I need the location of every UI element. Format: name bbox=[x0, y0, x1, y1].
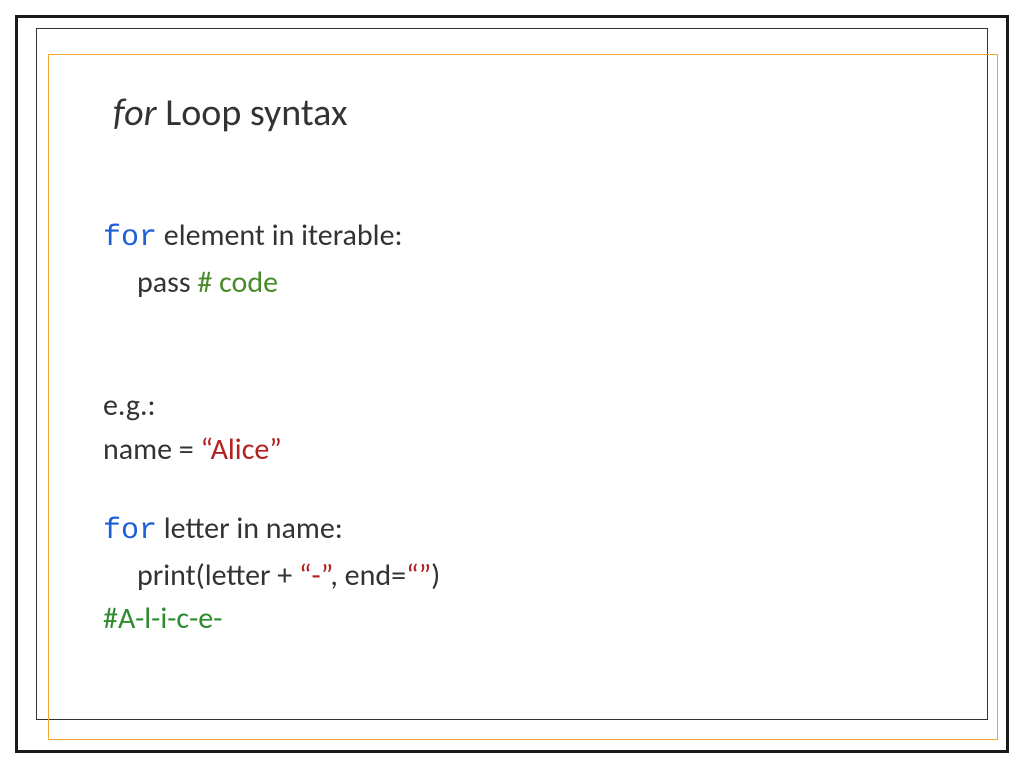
code-comment: # code bbox=[197, 264, 278, 301]
slide-content: for Loop syntax for element in iterable:… bbox=[103, 90, 946, 641]
title-italic: for bbox=[113, 90, 157, 136]
print-right: ) bbox=[431, 557, 440, 594]
example-print-line: print(letter + “-”, end=“”) bbox=[103, 554, 946, 598]
example-assign: name = “Alice” bbox=[103, 428, 946, 472]
example-label: e.g.: bbox=[103, 384, 946, 428]
for-keyword-2: for bbox=[103, 514, 157, 548]
title-rest: Loop syntax bbox=[157, 90, 348, 136]
example-for-line: for letter in name: bbox=[103, 507, 946, 554]
slide-outer-frame: for Loop syntax for element in iterable:… bbox=[15, 15, 1009, 753]
syntax-rest: element in iterable: bbox=[157, 217, 403, 254]
assign-left: name = bbox=[103, 431, 201, 468]
output-comment: #A-l-i-c-e- bbox=[103, 600, 222, 637]
syntax-line-2: pass # code bbox=[103, 261, 946, 305]
print-mid: , end= bbox=[330, 557, 406, 594]
print-str1: “-” bbox=[299, 557, 330, 594]
print-left: print(letter + bbox=[137, 557, 299, 594]
for-rest: letter in name: bbox=[157, 510, 343, 547]
assign-string: “Alice” bbox=[201, 431, 282, 468]
print-str2: “” bbox=[406, 557, 431, 594]
code-block: for element in iterable: pass # code e.g… bbox=[103, 214, 946, 641]
syntax-line-1: for element in iterable: bbox=[103, 214, 946, 261]
pass-text: pass bbox=[137, 264, 197, 301]
example-output: #A-l-i-c-e- bbox=[103, 597, 946, 641]
slide-title: for Loop syntax bbox=[113, 90, 946, 136]
for-keyword: for bbox=[103, 221, 157, 255]
